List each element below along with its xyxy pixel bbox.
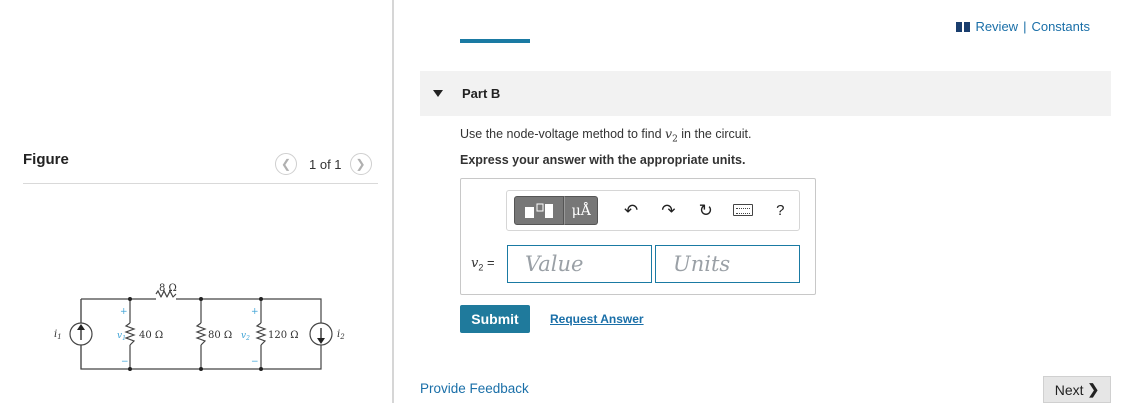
matrix-icon	[525, 203, 554, 218]
template-button[interactable]	[514, 196, 565, 225]
node-dot	[128, 297, 132, 301]
separator: |	[1023, 19, 1027, 34]
next-label: Next	[1054, 381, 1084, 398]
reset-icon[interactable]: ↻	[687, 201, 724, 221]
pager-text: 1 of 1	[309, 156, 342, 172]
part-title: Part B	[462, 86, 501, 101]
header-links: Review | Constants	[956, 19, 1090, 34]
answer-box: μÅ ↶ ↷ ↻ ? v2 = Value Units	[460, 178, 816, 295]
divider	[23, 183, 378, 184]
label-resistor-40: 40 Ω	[139, 330, 163, 341]
node-dot	[259, 297, 263, 301]
panel-divider	[392, 0, 394, 403]
resistor-120	[255, 322, 267, 346]
value-input[interactable]: Value	[507, 245, 652, 283]
label-resistor-8: 8 Ω	[159, 283, 177, 294]
resistor-40	[124, 322, 136, 346]
units-input[interactable]: Units	[655, 245, 800, 283]
question-var: v2	[665, 126, 678, 145]
part-header[interactable]: Part B	[420, 71, 1111, 116]
constants-link[interactable]: Constants	[1031, 19, 1090, 34]
circuit-diagram: 8 Ω 40 Ω 80 Ω 120 Ω i1 i2 + v1 − + v2 −	[54, 283, 345, 371]
chevron-left-icon[interactable]: ❮	[275, 153, 297, 175]
instruction-text: Express your answer with the appropriate…	[460, 153, 746, 167]
resistor-80	[195, 322, 207, 346]
next-button[interactable]: Next ❯	[1043, 376, 1111, 403]
caret-down-icon	[433, 90, 443, 97]
figure-panel: Figure ❮ 1 of 1 ❯ 8 Ω 40 Ω 80 Ω 120 Ω i1…	[0, 0, 392, 403]
node-dot	[199, 367, 203, 371]
math-toolbar: μÅ ↶ ↷ ↻ ?	[506, 190, 800, 231]
label-i1: i1	[54, 329, 62, 341]
units-button[interactable]: μÅ	[564, 196, 599, 225]
label-resistor-120: 120 Ω	[268, 330, 299, 341]
label-plus: +	[251, 307, 259, 317]
label-resistor-80: 80 Ω	[208, 330, 232, 341]
provide-feedback-link[interactable]: Provide Feedback	[420, 381, 529, 396]
question-prefix: Use the node-voltage method to find	[460, 127, 665, 141]
figure-title: Figure	[23, 151, 69, 168]
label-plus: +	[120, 307, 128, 317]
node-dot	[199, 297, 203, 301]
chevron-right-icon[interactable]: ❯	[349, 153, 372, 175]
label-v2: v2	[241, 331, 250, 342]
progress-bar	[460, 39, 530, 43]
request-answer-link[interactable]: Request Answer	[550, 312, 644, 326]
book-icon	[956, 21, 971, 32]
submit-button[interactable]: Submit	[460, 305, 530, 333]
current-source-1	[69, 322, 93, 346]
question-suffix: in the circuit.	[677, 127, 752, 141]
question-text: Use the node-voltage method to find v2 i…	[460, 126, 751, 145]
node-dot	[128, 367, 132, 371]
label-i2: i2	[337, 329, 345, 341]
chevron-right-icon: ❯	[1087, 381, 1100, 397]
label-minus: −	[121, 357, 129, 367]
redo-icon[interactable]: ↷	[650, 201, 687, 221]
node-dot	[259, 367, 263, 371]
help-icon[interactable]: ?	[762, 202, 799, 219]
label-v1: v1	[117, 331, 126, 342]
label-minus: −	[251, 357, 259, 367]
figure-pager: ❮ 1 of 1 ❯	[275, 153, 372, 175]
current-source-2	[309, 322, 333, 346]
answer-label: v2 =	[471, 255, 495, 273]
review-link[interactable]: Review	[975, 19, 1018, 34]
undo-icon[interactable]: ↶	[612, 201, 649, 221]
keyboard-icon[interactable]	[724, 201, 761, 221]
